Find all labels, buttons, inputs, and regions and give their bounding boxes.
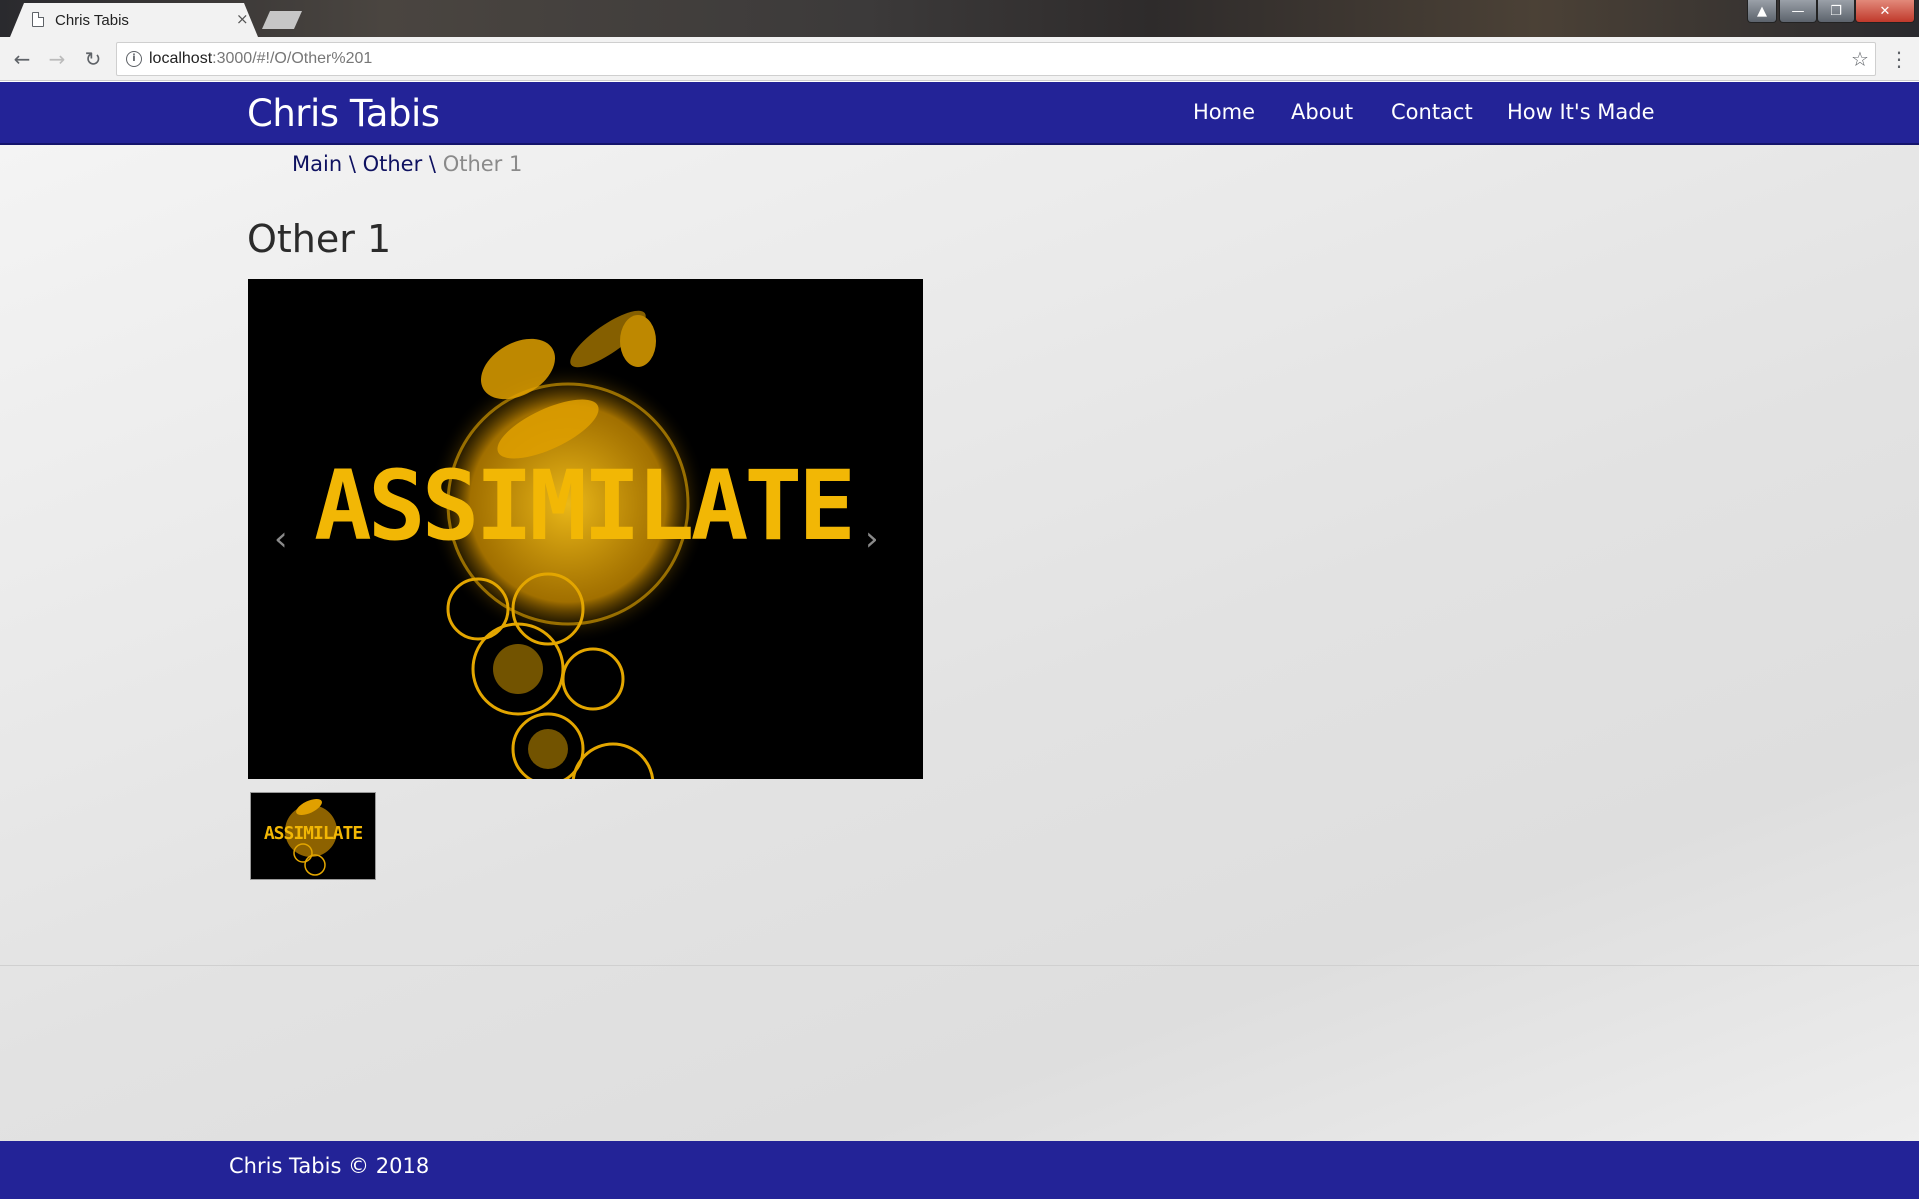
- breadcrumb-separator: \: [348, 152, 356, 176]
- site-brand[interactable]: Chris Tabis: [247, 92, 440, 135]
- maximize-button[interactable]: ❐: [1817, 0, 1855, 23]
- breadcrumb-main[interactable]: Main: [292, 152, 342, 176]
- breadcrumb-other[interactable]: Other: [363, 152, 423, 176]
- browser-menu-icon[interactable]: ⋮: [1889, 46, 1909, 72]
- svg-text:ASSIMILATE: ASSIMILATE: [314, 450, 852, 562]
- artwork-title: ASSIMILATE: [314, 450, 856, 562]
- minimize-button[interactable]: —: [1779, 0, 1817, 23]
- info-icon[interactable]: i: [126, 51, 142, 67]
- site-navbar: Chris Tabis Home About Contact How It's …: [0, 82, 1919, 145]
- carousel-prev-icon[interactable]: ‹: [274, 519, 288, 559]
- nav-how-its-made[interactable]: How It's Made: [1507, 100, 1655, 124]
- close-tab-icon[interactable]: ×: [236, 10, 249, 28]
- page-title: Other 1: [247, 217, 392, 261]
- browser-tab[interactable]: Chris Tabis ×: [10, 3, 258, 37]
- image-thumbnail[interactable]: ASSIMILATE: [250, 792, 376, 880]
- forward-arrow-icon[interactable]: →: [44, 46, 70, 72]
- page-body: Chris Tabis Home About Contact How It's …: [0, 82, 1919, 1199]
- thumbnail-artwork: ASSIMILATE: [251, 793, 375, 879]
- page-icon: [32, 12, 44, 27]
- svg-text:ASSIMILATE: ASSIMILATE: [264, 823, 363, 844]
- back-arrow-icon[interactable]: ←: [9, 46, 35, 72]
- footer-copyright: Chris Tabis © 2018: [229, 1154, 430, 1178]
- address-bar[interactable]: i localhost:3000/#!/O/Other%201 ☆: [116, 42, 1876, 76]
- new-tab-button[interactable]: [262, 11, 302, 29]
- breadcrumb-current: Other 1: [442, 152, 523, 176]
- breadcrumb-separator: \: [428, 152, 436, 176]
- breadcrumb: Main \ Other \ Other 1: [292, 152, 522, 176]
- nav-about[interactable]: About: [1291, 100, 1353, 124]
- browser-toolbar: ← → ↻ i localhost:3000/#!/O/Other%201 ☆ …: [0, 37, 1919, 81]
- bookmark-star-icon[interactable]: ☆: [1851, 47, 1869, 71]
- nav-home[interactable]: Home: [1193, 100, 1255, 124]
- tab-title: Chris Tabis: [55, 12, 129, 29]
- image-carousel[interactable]: ASSIMILATE ‹ ›: [248, 279, 923, 779]
- window-titlebar: Chris Tabis × ▲ — ❐ ✕: [0, 0, 1919, 37]
- profile-icon[interactable]: ▲: [1747, 0, 1777, 23]
- window-close-button[interactable]: ✕: [1855, 0, 1915, 23]
- site-footer: Chris Tabis © 2018: [0, 1141, 1919, 1199]
- carousel-next-icon[interactable]: ›: [865, 519, 879, 559]
- nav-contact[interactable]: Contact: [1391, 100, 1473, 124]
- section-divider: [0, 965, 1919, 966]
- url-text[interactable]: localhost:3000/#!/O/Other%201: [149, 50, 372, 68]
- reload-icon[interactable]: ↻: [80, 46, 106, 72]
